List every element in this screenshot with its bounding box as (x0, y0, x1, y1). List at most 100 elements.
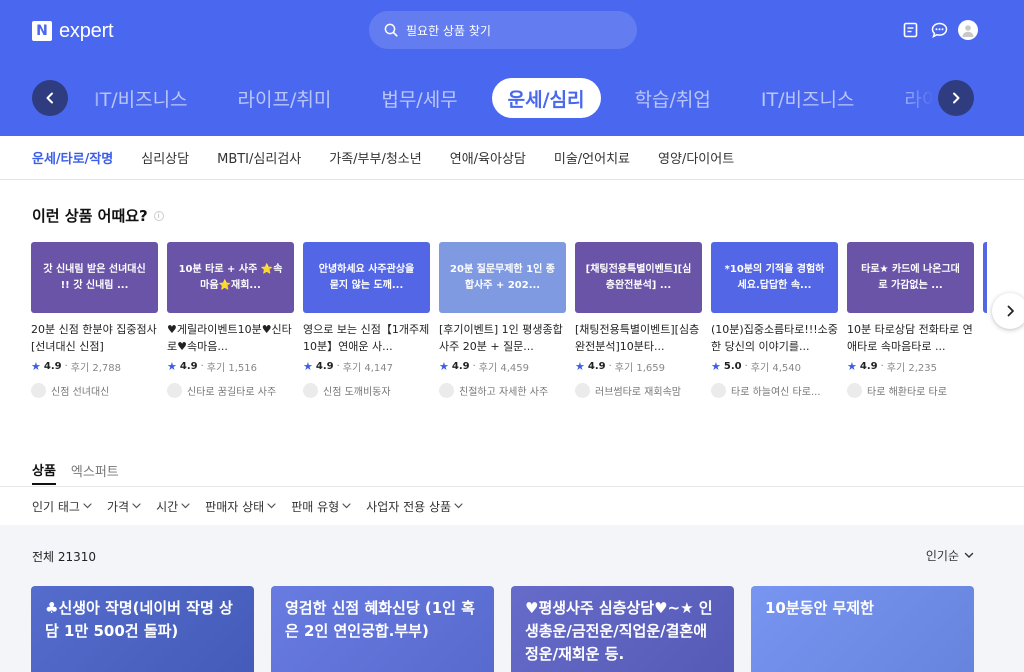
sort-dropdown[interactable]: 인기순 (926, 547, 974, 564)
chevron-down-icon (181, 503, 190, 509)
card-title[interactable]: (10분)집중소름타로!!!소중한 당신의 이야기를... (711, 321, 838, 355)
card-title[interactable]: ♥게릴라이벤트10분♥신타로♥속마음... (167, 321, 294, 355)
card-thumbnail[interactable]: 20분 질문무제한 1인 종합사주 + 202... (439, 242, 566, 313)
card-thumbnail[interactable]: 10분 타로 + 사주 ⭐속마음⭐재회... (167, 242, 294, 313)
separator: · (64, 361, 68, 372)
recommend-card[interactable]: [채팅전용특별이벤트][심층완전분석] ... [채팅전용특별이벤트][심층완전분… (575, 242, 702, 402)
category-tab[interactable]: IT/비즈니스 (745, 78, 871, 118)
chevron-down-icon (342, 503, 351, 509)
card-thumbnail[interactable]: 타로★ 카드에 나온그대로 가감없는 ... (847, 242, 974, 313)
card-rating: ★ 4.9 · 후기 4,459 (439, 359, 566, 374)
product-card[interactable]: 10분동안 무제한 (751, 586, 974, 672)
review-count: 후기 1,516 (206, 363, 257, 374)
filter-bar: 인기 태그 가격 시간 판매자 상태 판매 유형 사업자 전용 상품 (32, 496, 463, 516)
seller-name: 타로 하늘여신 타로... (731, 387, 821, 398)
filter-label: 인기 태그 (32, 499, 80, 514)
product-card[interactable]: 영검한 신점 혜화신당 (1인 혹은 2인 연인궁합.부부) (271, 586, 494, 672)
subnav-item[interactable]: 가족/부부/청소년 (329, 148, 421, 167)
card-title[interactable]: 20분 신점 한분야 집중점사 [선녀대신 신점] (31, 321, 158, 355)
product-tab[interactable]: 상품 (32, 455, 56, 485)
star-icon: ★ (167, 360, 177, 373)
recommend-card[interactable]: 20분 질문무제한 1인 종합사주 + 202... [후기이벤트] 1인 평생종… (439, 242, 566, 402)
card-title[interactable]: [후기이벤트] 1인 평생종합사주 20분 + 질문... (439, 321, 566, 355)
card-title[interactable]: [채팅전용특별이벤트][심층완전분석]10분타... (575, 321, 702, 355)
star-icon: ★ (575, 360, 585, 373)
review-count: 후기 1,659 (614, 363, 665, 374)
review-count: 후기 4,147 (342, 363, 393, 374)
recommend-next-button[interactable] (992, 293, 1024, 329)
avatar[interactable] (958, 20, 978, 40)
subnav-item[interactable]: 운세/타로/작명 (32, 148, 113, 167)
recommend-card[interactable]: *10분의 기적을 경험하세요.답답한 속... (10분)집중소름타로!!!소중… (711, 242, 838, 402)
recommend-carousel: 갓 신내림 받은 선녀대신 !! 갓 신내림 ... 20분 신점 한분야 집중점… (31, 242, 987, 402)
recommend-card-peek[interactable] (983, 242, 987, 402)
review-count: 후기 4,540 (750, 363, 801, 374)
logo-mark: N (32, 21, 52, 41)
filter-label: 판매 유형 (291, 499, 340, 514)
filter-dropdown[interactable]: 가격 (107, 498, 141, 515)
logo[interactable]: N expert (32, 20, 114, 42)
chevron-right-icon (953, 92, 960, 104)
product-card-title: 10분동안 무제한 (765, 599, 874, 617)
card-thumbnail[interactable]: 안녕하세요 사주관상을 묻지 않는 도깨... (303, 242, 430, 313)
seller-avatar (303, 383, 318, 398)
subnav-item[interactable]: 미술/언어치료 (554, 148, 630, 167)
card-thumbnail[interactable]: 갓 신내림 받은 선녀대신 !! 갓 신내림 ... (31, 242, 158, 313)
filter-dropdown[interactable]: 판매 유형 (291, 498, 351, 515)
card-title[interactable]: 10분 타로상담 전화타로 연애타로 속마음타로 ... (847, 321, 974, 355)
subnav-item[interactable]: 영양/다이어트 (658, 148, 734, 167)
category-prev-button[interactable] (32, 80, 68, 116)
separator: · (608, 361, 612, 372)
review-count: 후기 2,235 (886, 363, 937, 374)
seller-name: 친절하고 자세한 사주 (459, 387, 549, 398)
card-seller[interactable]: 타로 하늘여신 타로... (711, 383, 838, 398)
card-seller[interactable]: 친절하고 자세한 사주 (439, 383, 566, 398)
filter-dropdown[interactable]: 시간 (156, 498, 190, 515)
product-card[interactable]: ♥평생사주 심층상담♥~★ 인생총운/금전운/직업운/결혼애정운/재회운 등. (511, 586, 734, 672)
search-input[interactable]: 필요한 상품 찾기 (369, 11, 637, 49)
card-thumbnail-text: [채팅전용특별이벤트][심층완전분석] ... (585, 263, 692, 291)
card-seller[interactable]: 신점 선녀대신 (31, 383, 158, 398)
filter-dropdown[interactable]: 인기 태그 (32, 498, 92, 515)
card-seller[interactable]: 타로 해환타로 타로 (847, 383, 974, 398)
subnav-item[interactable]: MBTI/심리검사 (217, 148, 301, 167)
chat-icon[interactable] (929, 20, 949, 40)
product-tab[interactable]: 엑스퍼트 (71, 455, 119, 485)
review-count: 후기 2,788 (70, 363, 121, 374)
card-thumbnail[interactable]: *10분의 기적을 경험하세요.답답한 속... (711, 242, 838, 313)
card-seller[interactable]: 신점 도깨비동자 (303, 383, 430, 398)
recommend-card[interactable]: 10분 타로 + 사주 ⭐속마음⭐재회... ♥게릴라이벤트10분♥신타로♥속마음… (167, 242, 294, 402)
product-card-title: ♥평생사주 심층상담♥~★ 인생총운/금전운/직업운/결혼애정운/재회운 등. (525, 599, 713, 663)
category-tab[interactable]: 라이프/취미 (222, 78, 348, 118)
recommend-card[interactable]: 안녕하세요 사주관상을 묻지 않는 도깨... 영으로 보는 신점【1개주제 10… (303, 242, 430, 402)
card-title[interactable]: 영으로 보는 신점【1개주제 10분】연애운 사... (303, 321, 430, 355)
card-seller[interactable]: 러브썸타로 재회속맘 (575, 383, 702, 398)
recommend-section-title: 이런 상품 어때요? i (32, 205, 164, 226)
card-thumbnail-text: 안녕하세요 사주관상을 묻지 않는 도깨... (318, 263, 415, 291)
seller-name: 신타로 꿈길타로 사주 (187, 387, 277, 398)
card-thumbnail-text: 20분 질문무제한 1인 종합사주 + 202... (450, 263, 555, 291)
category-next-button[interactable] (938, 80, 974, 116)
filter-dropdown[interactable]: 사업자 전용 상품 (366, 498, 463, 515)
rating-value: 4.9 (179, 361, 198, 372)
product-card[interactable]: ♣신생아 작명(네이버 작명 상담 1만 500건 돌파) (31, 586, 254, 672)
subnav-item[interactable]: 심리상담 (141, 148, 189, 167)
total-count: 전체 21310 (32, 550, 97, 564)
category-tab[interactable]: 운세/심리 (491, 78, 601, 118)
seller-avatar (575, 383, 590, 398)
document-icon[interactable] (900, 20, 920, 40)
sort-label: 인기순 (925, 549, 959, 563)
subnav-item[interactable]: 연애/육아상담 (450, 148, 526, 167)
filter-label: 사업자 전용 상품 (366, 499, 452, 514)
search-placeholder: 필요한 상품 찾기 (406, 23, 491, 38)
info-icon[interactable]: i (153, 210, 164, 221)
recommend-card[interactable]: 타로★ 카드에 나온그대로 가감없는 ... 10분 타로상담 전화타로 연애타로… (847, 242, 974, 402)
category-tab[interactable]: 학습/취업 (619, 78, 727, 118)
category-tab[interactable]: 법무/세무 (365, 78, 473, 118)
card-seller[interactable]: 신타로 꿈길타로 사주 (167, 383, 294, 398)
rating-value: 5.0 (723, 361, 742, 372)
card-thumbnail[interactable]: [채팅전용특별이벤트][심층완전분석] ... (575, 242, 702, 313)
filter-dropdown[interactable]: 판매자 상태 (205, 498, 276, 515)
recommend-card[interactable]: 갓 신내림 받은 선녀대신 !! 갓 신내림 ... 20분 신점 한분야 집중점… (31, 242, 158, 402)
star-icon: ★ (303, 360, 313, 373)
